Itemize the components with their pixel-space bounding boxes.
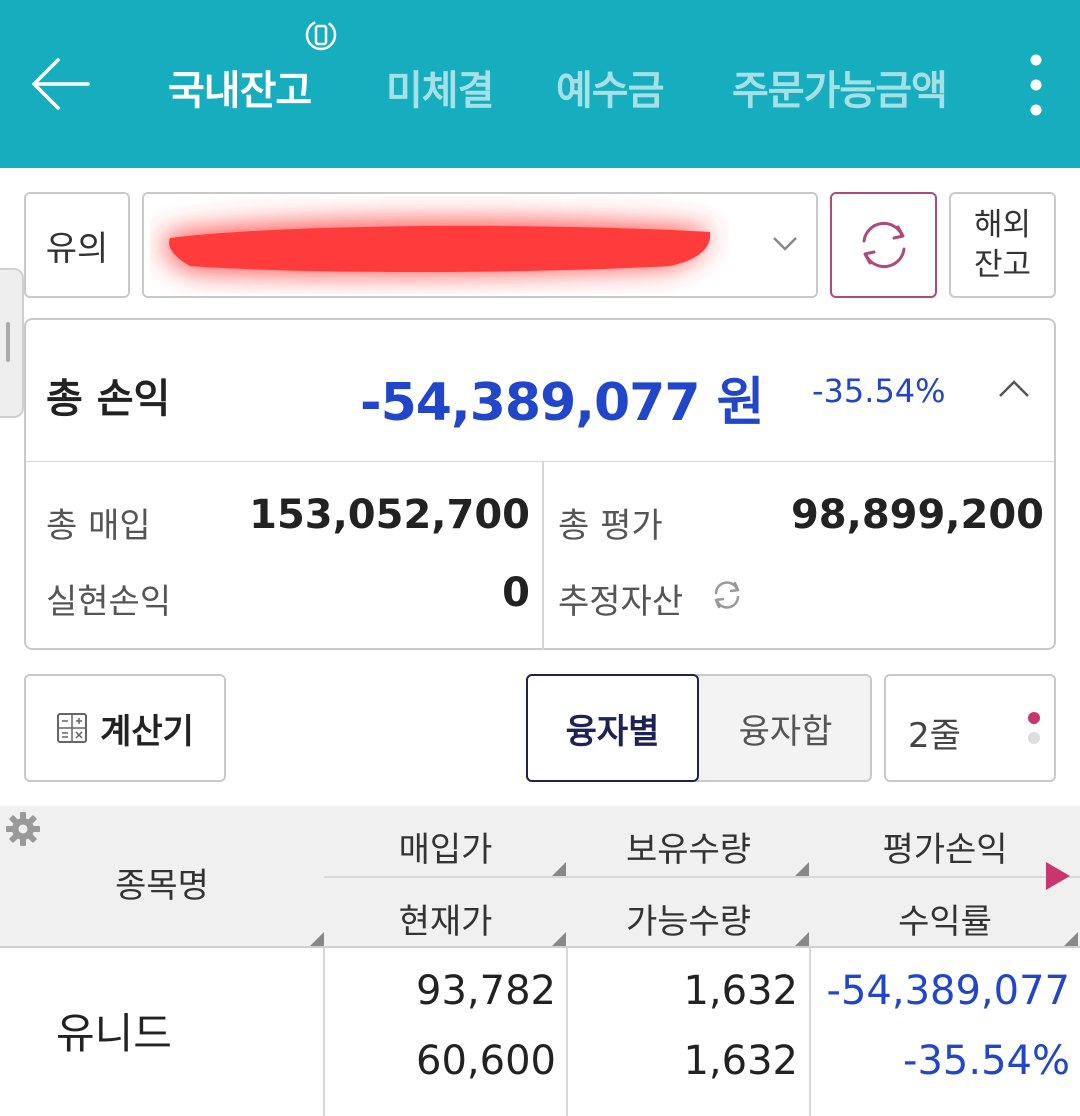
phone-sync-icon xyxy=(305,19,337,51)
scroll-right-arrow-icon[interactable] xyxy=(1046,862,1070,890)
loan-view-toggle: 융자별 융자합 xyxy=(526,674,872,782)
table-header: 종목명 매입가 현재가 보유수량 가능수량 평가손익 수익률 xyxy=(0,806,1080,948)
sort-corner-mark xyxy=(795,932,809,946)
return-rate: -35.54% xyxy=(903,1038,1070,1084)
avail-qty: 1,632 xyxy=(683,1038,798,1084)
total-buy-value: 153,052,700 xyxy=(249,492,530,538)
sort-corner-mark xyxy=(795,862,809,876)
estimated-assets-refresh-icon[interactable] xyxy=(710,578,744,612)
col-header-return-rate[interactable]: 수익률 xyxy=(810,894,1080,943)
overseas-label-line2: 잔고 xyxy=(973,247,1032,283)
app-header: 국내잔고 미체결 예수금 주문가능금액 xyxy=(0,0,1080,168)
row-lines-label: 2줄 xyxy=(908,716,961,756)
loan-sum-option[interactable]: 융자합 xyxy=(699,676,872,780)
overseas-balance-button[interactable]: 해외 잔고 xyxy=(949,192,1056,298)
col-header-eval-pl[interactable]: 평가손익 xyxy=(810,822,1080,871)
account-select[interactable] xyxy=(142,192,818,298)
back-arrow-icon[interactable] xyxy=(28,52,92,116)
sort-corner-mark xyxy=(552,862,566,876)
balance-summary-card: 총 손익 -54,389,077 원 -35.54% 총 매입 153,052,… xyxy=(24,318,1056,650)
refresh-button[interactable] xyxy=(830,192,937,298)
tab-domestic-balance[interactable]: 국내잔고 xyxy=(168,58,312,116)
total-pl-label: 총 손익 xyxy=(46,376,171,422)
column-divider xyxy=(323,948,325,1116)
account-type-label: 유의 xyxy=(45,228,109,269)
column-divider xyxy=(809,948,811,1116)
total-pl-row[interactable]: 총 손익 -54,389,077 원 -35.54% xyxy=(26,320,1054,462)
side-drawer-handle[interactable] xyxy=(0,268,24,418)
gear-icon[interactable] xyxy=(4,810,42,848)
total-eval-value: 98,899,200 xyxy=(790,492,1044,538)
current-price: 60,600 xyxy=(416,1038,556,1084)
col-header-current-price[interactable]: 현재가 xyxy=(324,894,567,943)
calculator-icon xyxy=(57,713,88,743)
tab-orderable-amount[interactable]: 주문가능금액 xyxy=(732,58,948,116)
page-dot xyxy=(1028,732,1040,744)
sort-corner-mark xyxy=(310,932,324,946)
tab-deposit[interactable]: 예수금 xyxy=(556,58,664,116)
row-lines-selector[interactable]: 2줄 xyxy=(884,674,1056,782)
col-header-buy-price[interactable]: 매입가 xyxy=(324,822,567,871)
sort-corner-mark xyxy=(552,932,566,946)
page-dot-active xyxy=(1028,712,1040,724)
stock-name[interactable]: 유니드 xyxy=(56,1000,172,1061)
total-pl-amount: -54,389,077 원 xyxy=(360,373,764,433)
col-header-name[interactable]: 종목명 xyxy=(0,858,324,907)
refresh-icon xyxy=(862,221,905,269)
buy-price: 93,782 xyxy=(416,968,556,1014)
total-pl-rate: -35.54% xyxy=(812,372,946,410)
calculator-button[interactable]: 계산기 xyxy=(24,674,226,782)
chevron-up-icon[interactable] xyxy=(996,376,1032,400)
estimated-assets-label: 추정자산 xyxy=(558,582,684,622)
sort-corner-mark xyxy=(1064,932,1078,946)
header-row-divider xyxy=(324,876,1080,878)
chevron-down-icon xyxy=(773,237,797,251)
realized-pl-value: 0 xyxy=(502,570,530,616)
col-header-avail-qty[interactable]: 가능수량 xyxy=(567,894,810,943)
hold-qty: 1,632 xyxy=(683,968,798,1014)
by-loan-option[interactable]: 융자별 xyxy=(526,674,699,782)
realized-pl-label: 실현손익 xyxy=(46,582,172,622)
col-header-hold-qty[interactable]: 보유수량 xyxy=(567,822,810,871)
column-divider xyxy=(566,948,568,1116)
summary-divider xyxy=(542,462,544,650)
tab-unfilled-orders[interactable]: 미체결 xyxy=(386,58,494,116)
total-buy-label: 총 매입 xyxy=(46,506,151,546)
more-menu-icon[interactable] xyxy=(1014,50,1058,120)
overseas-label-line1: 해외 xyxy=(973,207,1032,243)
eval-pl: -54,389,077 xyxy=(826,968,1070,1014)
account-type-button[interactable]: 유의 xyxy=(24,192,130,298)
calculator-label: 계산기 xyxy=(100,711,194,752)
total-eval-label: 총 평가 xyxy=(558,506,663,546)
